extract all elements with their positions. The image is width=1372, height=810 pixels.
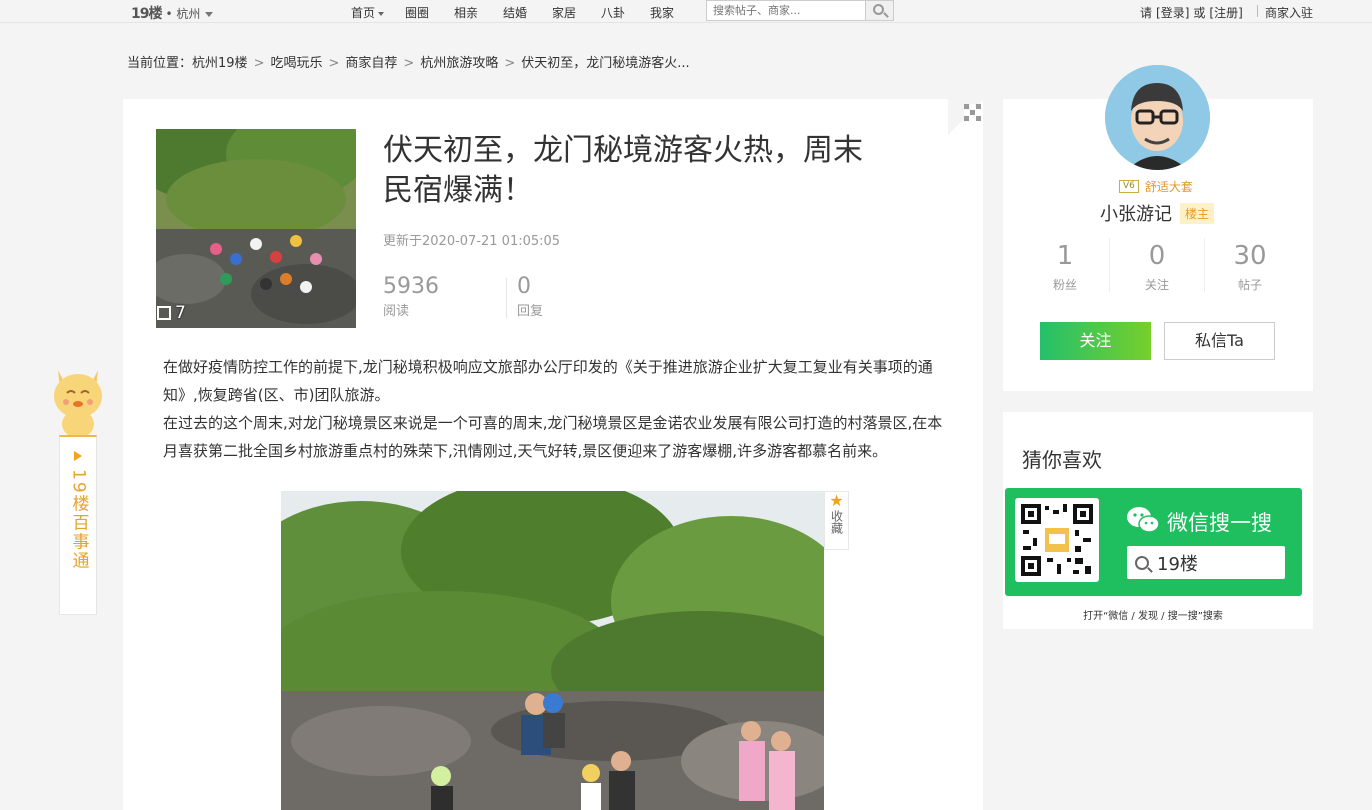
wechat-logo-icon (1126, 505, 1160, 535)
breadcrumb-item[interactable]: 杭州19楼 (192, 56, 248, 71)
breadcrumb-current: 伏天初至，龙门秘境游客火... (521, 56, 690, 71)
level-badge: V6 (1119, 180, 1139, 193)
star-icon: ★ (829, 491, 844, 510)
merchant-join-link[interactable]: 商家入驻 (1265, 4, 1313, 21)
register-link[interactable]: [注册] (1209, 6, 1242, 20)
divider (1257, 5, 1258, 17)
wechat-search-title: 微信搜一搜 (1167, 511, 1272, 535)
qrcode-icon (964, 104, 981, 121)
owner-badge: 楼主 (1180, 202, 1215, 224)
breadcrumb-separator: > (403, 56, 415, 71)
recommend-title: 猜你喜欢 (1022, 448, 1102, 472)
thumbnail-image (156, 129, 356, 328)
login-area: 请 [登录] 或 [注册] (1140, 4, 1247, 21)
city-selector[interactable]: • 杭州 (165, 7, 214, 21)
wechat-search-hint: 打开“微信 / 发现 / 搜一搜”搜索 (1083, 611, 1223, 622)
side-help-tab[interactable]: 19楼百事通 (59, 435, 97, 615)
post-body: 在做好疫情防控工作的前提下,龙门秘境积极响应文旅部办公厅印发的《关于推进旅游企业… (163, 353, 943, 465)
mascot-image (52, 360, 104, 438)
post-updated-time: 更新于2020-07-21 01:05:05 (383, 234, 561, 249)
search-icon-handle (883, 12, 889, 18)
breadcrumb-separator: > (328, 56, 340, 71)
user-level: V6 舒适大套 (1119, 178, 1193, 195)
qrcode-icon (1021, 504, 1093, 576)
views-count: 5936 (383, 274, 439, 299)
replies-count: 0 (517, 274, 531, 299)
nav-wedding[interactable]: 结婚 (503, 4, 527, 21)
views-stat: 5936 阅读 (383, 274, 439, 319)
divider (506, 278, 507, 318)
search-button[interactable] (866, 0, 894, 21)
post-paragraph: 在过去的这个周末,对龙门秘境景区来说是一个可喜的周末,龙门秘境景区是金诺农业发展… (163, 414, 943, 460)
favorite-label: 收藏 (829, 510, 844, 534)
following-stat[interactable]: 0 关注 (1111, 242, 1203, 293)
nav-home-label: 首页 (351, 6, 376, 20)
play-icon (74, 451, 82, 461)
logo-text: 19楼 (131, 6, 163, 22)
following-label: 关注 (1144, 278, 1169, 292)
following-count: 0 (1148, 241, 1166, 271)
replies-stat: 0 回复 (517, 274, 543, 319)
chevron-down-icon (378, 11, 385, 16)
search-input[interactable] (706, 0, 866, 21)
login-prefix: 请 (1140, 6, 1153, 20)
follow-button[interactable]: 关注 (1040, 322, 1151, 360)
posts-stat[interactable]: 30 帖子 (1204, 242, 1296, 293)
nav-my-home[interactable]: 我家 (650, 4, 674, 21)
city-label: 杭州 (176, 7, 201, 21)
qr-corner-button[interactable] (948, 99, 984, 135)
author-name[interactable]: 小张游记 (1100, 200, 1172, 226)
breadcrumb-item[interactable]: 商家自荐 (345, 56, 397, 71)
avatar[interactable] (1105, 65, 1210, 170)
nav-home[interactable]: 首页 (351, 4, 385, 21)
author-name-row: 小张游记 楼主 (1100, 200, 1215, 226)
image-icon (157, 306, 171, 320)
side-tab-label: 19楼百事通 (68, 469, 89, 571)
photo-count-value: 7 (175, 303, 186, 323)
search-icon (1135, 555, 1149, 570)
wechat-search-box[interactable]: 19楼 (1127, 546, 1285, 579)
nav-gossip[interactable]: 八卦 (601, 4, 625, 21)
breadcrumb-item[interactable]: 杭州旅游攻略 (420, 56, 498, 71)
photo-count[interactable]: 7 (157, 303, 186, 323)
wechat-icon (1127, 507, 1160, 533)
divider (1109, 238, 1110, 292)
post-thumbnail[interactable] (156, 129, 356, 328)
fans-stat[interactable]: 1 粉丝 (1019, 242, 1111, 293)
fans-label: 粉丝 (1052, 278, 1077, 292)
site-logo[interactable]: 19楼 • 杭州 (131, 3, 214, 23)
private-message-button[interactable]: 私信Ta (1164, 322, 1275, 360)
level-title: 舒适大套 (1144, 180, 1193, 194)
avatar-image (1105, 65, 1210, 170)
fans-count: 1 (1056, 241, 1074, 271)
breadcrumb: 当前位置：杭州19楼 > 吃喝玩乐 > 商家自荐 > 杭州旅游攻略 > 伏天初至，龙门秘境游客火… (127, 52, 690, 71)
breadcrumb-prefix: 当前位置： (127, 56, 193, 71)
post-photo[interactable] (281, 491, 824, 810)
nav-dating[interactable]: 相亲 (454, 4, 478, 21)
post-paragraph: 在做好疫情防控工作的前提下,龙门秘境积极响应文旅部办公厅印发的《关于推进旅游企业… (163, 358, 933, 404)
chevron-down-icon (205, 12, 214, 17)
wechat-search-query: 19楼 (1157, 553, 1198, 575)
breadcrumb-item[interactable]: 吃喝玩乐 (270, 56, 322, 71)
posts-label: 帖子 (1237, 278, 1262, 292)
nav-home-living[interactable]: 家居 (552, 4, 576, 21)
favorite-button[interactable]: ★ 收藏 (824, 491, 849, 550)
posts-count: 30 (1233, 241, 1267, 271)
top-navbar: 19楼• 杭州 首页 圈圈 相亲 结婚 家居 八卦 我家 请[登录]或[注册] … (0, 0, 1372, 23)
login-link[interactable]: [登录] (1156, 6, 1189, 20)
post-title: 伏天初至，龙门秘境游客火热，周末民宿爆满！ (383, 133, 863, 208)
breadcrumb-separator: > (253, 56, 265, 71)
post-photo-image (281, 491, 824, 810)
qrcode-image (1015, 498, 1099, 582)
views-label: 阅读 (383, 304, 410, 319)
breadcrumb-separator: > (504, 56, 516, 71)
nav-circle[interactable]: 圈圈 (405, 4, 429, 21)
cat-mascot-icon (54, 370, 102, 438)
replies-label: 回复 (517, 304, 544, 319)
or-text: 或 (1193, 6, 1206, 20)
